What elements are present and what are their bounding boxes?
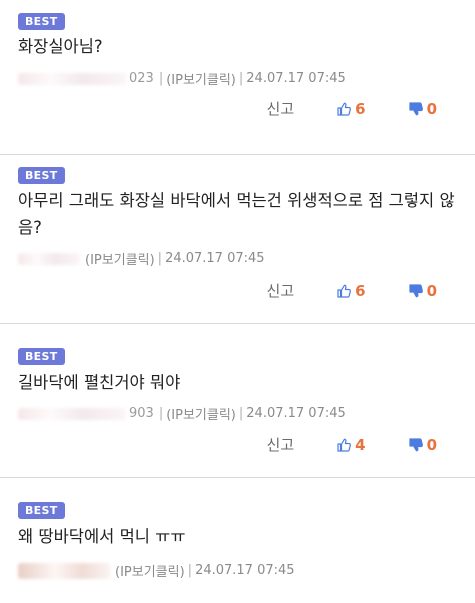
ip-view-link[interactable]: (IP보기클릭) bbox=[166, 69, 236, 88]
thumbs-down-icon bbox=[408, 101, 423, 115]
like-button[interactable]: 4 bbox=[336, 435, 366, 454]
best-badge: BEST bbox=[18, 167, 65, 184]
dislike-count: 0 bbox=[426, 281, 437, 300]
thumbs-down-icon bbox=[408, 437, 423, 451]
comment-date: 24.07.17 07:45 bbox=[165, 251, 265, 266]
dislike-count: 0 bbox=[426, 99, 437, 118]
comment-text: 화장실아님? bbox=[18, 37, 103, 56]
best-badge: BEST bbox=[18, 13, 65, 30]
comment-actions: 신고 6 0 bbox=[267, 98, 437, 119]
author-avatar-blur bbox=[18, 562, 110, 579]
like-button[interactable]: 6 bbox=[336, 99, 366, 118]
thumbs-up-icon bbox=[337, 284, 352, 298]
report-button[interactable]: 신고 bbox=[267, 434, 295, 455]
separator: | bbox=[187, 563, 193, 578]
comment-item: BEST 아무리 그래도 화장실 바닥에서 먹는건 위생적으로 점 그렇지 않음… bbox=[0, 155, 475, 324]
comment-meta: 023 | (IP보기클릭) | 24.07.17 07:45 bbox=[18, 69, 346, 88]
like-count: 4 bbox=[355, 435, 366, 454]
best-badge: BEST bbox=[18, 348, 65, 365]
dislike-button[interactable]: 0 bbox=[408, 282, 437, 300]
comment-text: 길바닥에 펼친거야 뭐야 bbox=[18, 373, 181, 392]
dislike-count: 0 bbox=[426, 435, 437, 454]
author-avatar-blur bbox=[18, 252, 80, 265]
separator: | bbox=[158, 406, 164, 421]
thumbs-up-icon bbox=[337, 102, 352, 116]
report-button[interactable]: 신고 bbox=[267, 280, 295, 301]
comment-meta: 903 | (IP보기클릭) | 24.07.17 07:45 bbox=[18, 404, 346, 423]
ip-view-link[interactable]: (IP보기클릭) bbox=[115, 561, 185, 580]
comment-item: BEST 길바닥에 펼친거야 뭐야 903 | (IP보기클릭) | 24.07… bbox=[0, 324, 475, 478]
comment-date: 24.07.17 07:45 bbox=[246, 71, 346, 86]
author-name: 023 bbox=[129, 71, 154, 86]
like-count: 6 bbox=[355, 281, 366, 300]
separator: | bbox=[158, 71, 164, 86]
author-avatar-blur bbox=[18, 407, 126, 420]
separator: | bbox=[157, 251, 163, 266]
separator: | bbox=[238, 71, 244, 86]
dislike-button[interactable]: 0 bbox=[408, 100, 437, 118]
report-button[interactable]: 신고 bbox=[267, 98, 295, 119]
comment-actions: 신고 6 0 bbox=[267, 280, 437, 301]
comment-meta: (IP보기클릭) | 24.07.17 07:45 bbox=[18, 561, 295, 580]
like-count: 6 bbox=[355, 99, 366, 118]
author-name: 903 bbox=[129, 406, 154, 421]
comment-item: BEST 왜 땅바닥에서 먹니 ㅠㅠ (IP보기클릭) | 24.07.17 0… bbox=[0, 478, 475, 603]
comment-text: 왜 땅바닥에서 먹니 ㅠㅠ bbox=[18, 527, 186, 546]
ip-view-link[interactable]: (IP보기클릭) bbox=[166, 404, 236, 423]
ip-view-link[interactable]: (IP보기클릭) bbox=[85, 249, 155, 268]
author-avatar-blur bbox=[18, 72, 126, 85]
comment-date: 24.07.17 07:45 bbox=[195, 563, 295, 578]
best-badge: BEST bbox=[18, 502, 65, 519]
thumbs-down-icon bbox=[408, 283, 423, 297]
comment-meta: (IP보기클릭) | 24.07.17 07:45 bbox=[18, 249, 265, 268]
separator: | bbox=[238, 406, 244, 421]
comment-text: 아무리 그래도 화장실 바닥에서 먹는건 위생적으로 점 그렇지 않음? bbox=[18, 191, 455, 237]
thumbs-up-icon bbox=[337, 438, 352, 452]
comment-item: BEST 화장실아님? 023 | (IP보기클릭) | 24.07.17 07… bbox=[0, 0, 475, 155]
comment-date: 24.07.17 07:45 bbox=[246, 406, 346, 421]
comment-actions: 신고 4 0 bbox=[267, 434, 437, 455]
like-button[interactable]: 6 bbox=[336, 281, 366, 300]
dislike-button[interactable]: 0 bbox=[408, 436, 437, 454]
